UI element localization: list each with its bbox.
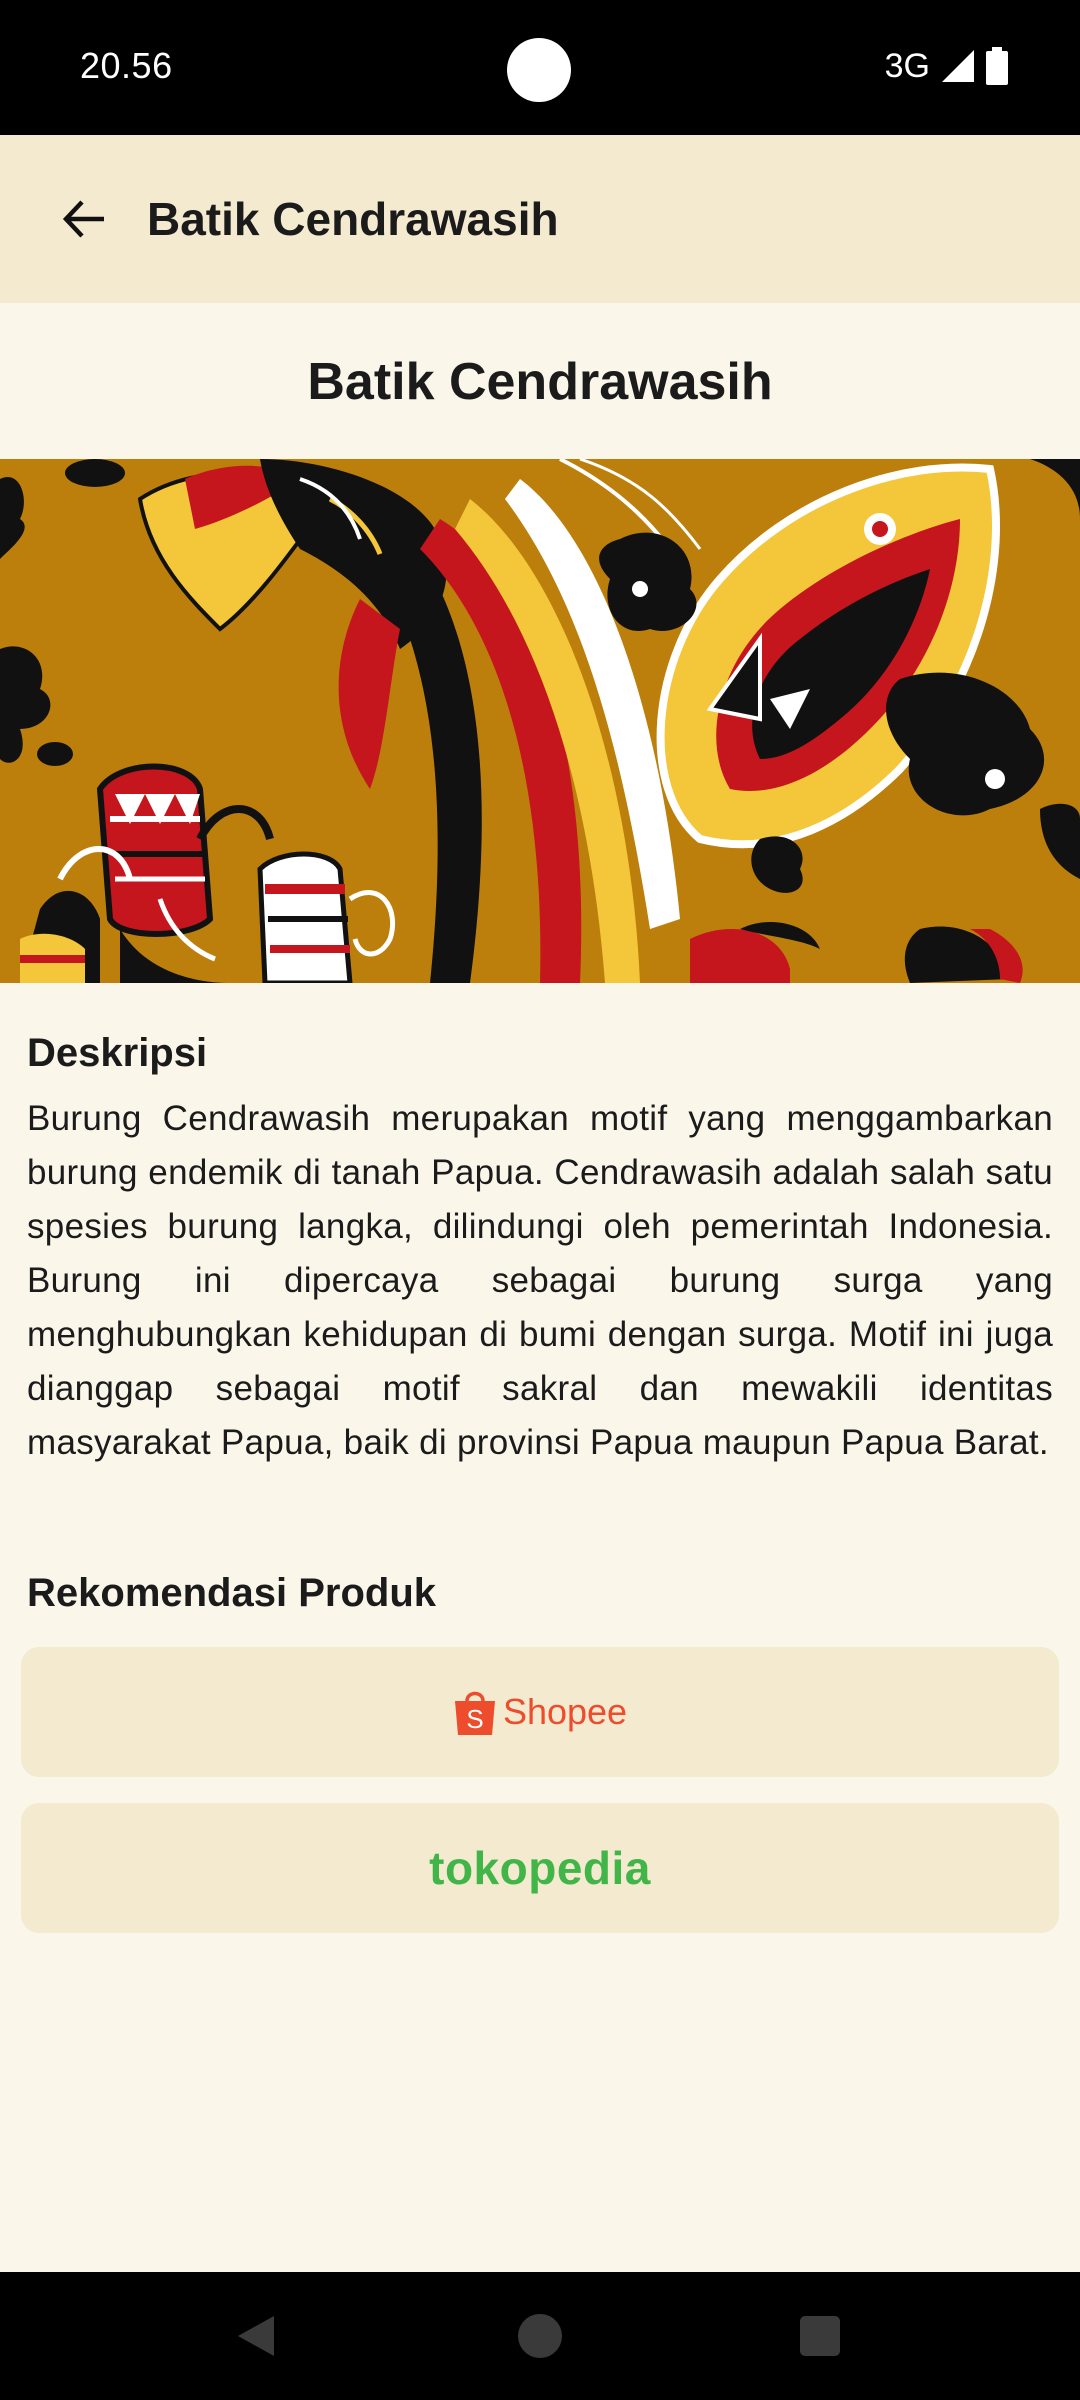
description-text: Burung Cendrawasih merupakan motif yang … — [27, 1099, 1053, 1462]
recommendations-heading: Rekomendasi Produk — [27, 1571, 437, 1615]
shopee-button[interactable]: S Shopee — [21, 1647, 1059, 1777]
svg-text:S: S — [466, 1704, 483, 1734]
tokopedia-label: tokopedia — [429, 1842, 651, 1894]
back-button[interactable] — [36, 171, 132, 267]
arrow-left-icon — [62, 200, 104, 238]
tokopedia-button[interactable]: tokopedia — [21, 1803, 1059, 1933]
navigation-bar — [0, 2272, 1080, 2400]
recents-square-icon[interactable] — [800, 2316, 840, 2356]
page-title: Batik Cendrawasih — [307, 353, 773, 411]
network-type: 3G — [884, 47, 930, 85]
shopee-label: Shopee — [502, 1691, 628, 1732]
back-triangle-icon[interactable] — [236, 2314, 276, 2358]
battery-icon — [986, 47, 1008, 85]
home-circle-icon[interactable] — [518, 2314, 562, 2358]
status-indicators: 3G — [885, 44, 1008, 88]
signal-icon — [942, 50, 974, 82]
description-heading: Deskripsi — [27, 1031, 208, 1075]
app-bar-title: Batik Cendrawasih — [147, 193, 559, 245]
status-bar: 20.56 3G — [0, 0, 1080, 135]
shopee-logo: S Shopee — [453, 1687, 627, 1737]
shopee-bag-icon: S — [454, 1691, 495, 1735]
camera-cutout — [507, 38, 571, 102]
status-time: 20.56 — [80, 45, 173, 86]
batik-image — [0, 459, 1080, 983]
batik-pattern-illustration — [0, 459, 1080, 983]
app-bar: Batik Cendrawasih — [0, 135, 1080, 303]
